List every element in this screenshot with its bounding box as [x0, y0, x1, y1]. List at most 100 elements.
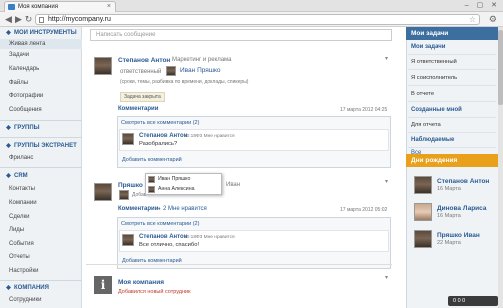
all-comments-link[interactable]: Смотреть все комментарии (2) — [121, 120, 199, 126]
avatar[interactable] — [94, 183, 112, 201]
tasks-subheader[interactable]: Мои задачи — [411, 44, 445, 50]
post-author[interactable]: Степанов Антон — [118, 57, 170, 64]
post-title[interactable]: Моя компания — [118, 279, 164, 286]
divider — [0, 280, 82, 281]
sidebar-item-photos[interactable]: Фотографии — [0, 91, 82, 101]
sidebar-item-reports[interactable]: Отчеты — [0, 252, 82, 262]
avatar[interactable] — [414, 230, 432, 248]
info-icon: i — [94, 276, 112, 294]
responsible-label: ответственный — [120, 69, 162, 75]
post-text: (сроки, темы, разбивка по времени, докла… — [120, 79, 249, 85]
post-menu-icon[interactable]: ▾ — [385, 274, 388, 281]
comment-time: 10:18 — [184, 235, 197, 240]
divider — [408, 147, 496, 148]
tab-close-icon[interactable]: × — [107, 2, 111, 12]
settings-wrench-icon[interactable]: ⚙ — [489, 14, 497, 25]
tasks-responsible[interactable]: Я ответственный — [411, 59, 457, 65]
sidebar-item-freelance[interactable]: Фриланс — [0, 153, 82, 163]
tasks-created[interactable]: Созданные мной — [411, 107, 462, 113]
avatar[interactable] — [94, 57, 112, 75]
tasks-for-report[interactable]: Для отчета — [411, 122, 441, 128]
post-date: 17 марта 2012 05:02 — [340, 207, 388, 213]
favicon-icon — [8, 4, 15, 10]
section-extranet[interactable]: ГРУППЫ ЭКСТРАНЕТ — [6, 143, 77, 149]
window-controls[interactable]: – ▢ ✕ — [465, 1, 500, 9]
sidebar-item-settings[interactable]: Настройки — [0, 266, 82, 276]
comment-text: Разобрались? — [139, 141, 178, 147]
comment-time: 10:18 — [184, 134, 197, 139]
comment-like[interactable]: Ф3 Мне нравится — [196, 134, 235, 139]
avatar[interactable] — [122, 234, 134, 246]
tasks-coexecutor[interactable]: Я соисполнитель — [411, 75, 457, 81]
post-author[interactable]: Пряшко — [118, 182, 143, 189]
birthdays-header[interactable]: Дни рождения — [406, 154, 498, 167]
tasks-header[interactable]: Мои задачи — [406, 27, 498, 40]
status-badge: Задача закрыта — [120, 92, 165, 102]
sidebar-item-companies[interactable]: Компании — [0, 198, 82, 208]
divider — [408, 69, 496, 70]
comment-author[interactable]: Степанов Антон — [139, 133, 187, 139]
comments-link[interactable]: Комментарии — [118, 206, 158, 212]
post-target[interactable]: Маркетинг и реклама — [172, 57, 232, 63]
post-menu-icon[interactable]: ▾ — [385, 55, 388, 62]
sidebar-item-files[interactable]: Файлы — [0, 78, 82, 88]
avatar[interactable] — [148, 176, 155, 183]
avatar[interactable] — [414, 203, 432, 221]
bookmark-star-icon[interactable]: ☆ — [469, 15, 476, 24]
birthday-name[interactable]: Степанов Антон — [437, 178, 489, 185]
post-text: Добавился новый сотрудник — [118, 289, 191, 295]
section-icon — [6, 30, 11, 35]
sidebar-item-messages[interactable]: Сообщения — [0, 105, 82, 115]
sidebar-item-employees[interactable]: Сотрудники — [0, 295, 82, 305]
section-company[interactable]: КОМПАНИЯ — [6, 285, 49, 291]
status-bar[interactable]: 0 0 0 — [448, 296, 498, 306]
section-crm[interactable]: CRM — [6, 173, 28, 179]
browser-tab[interactable]: Моя компания × — [4, 1, 116, 12]
birthday-date: 22 Марта — [437, 240, 461, 246]
reload-icon[interactable]: ↻ — [23, 14, 34, 25]
sidebar-item-deals[interactable]: Сделки — [0, 212, 82, 222]
sidebar-item-calendar[interactable]: Календарь — [0, 64, 82, 74]
divider — [408, 101, 496, 102]
divider — [408, 117, 496, 118]
sidebar-item-contacts[interactable]: Контакты — [0, 184, 82, 194]
avatar[interactable] — [414, 176, 432, 194]
divider — [0, 120, 82, 121]
post-target[interactable]: Иван — [226, 182, 240, 188]
like-icon[interactable]: ♦ — [158, 206, 161, 212]
sidebar-item-events[interactable]: События — [0, 239, 82, 249]
likes-popup: Иван Пряшко Анна Алексина — [145, 173, 222, 195]
responsible-name[interactable]: Иван Пряшко — [180, 67, 221, 74]
avatar[interactable] — [166, 66, 176, 76]
add-comment-link[interactable]: Добавить комментарий — [122, 157, 182, 163]
section-my-tools[interactable]: МОИ ИНСТРУМЕНТЫ — [6, 30, 77, 36]
section-groups[interactable]: ГРУППЫ — [6, 125, 40, 131]
url-text: http://mycompany.ru — [48, 16, 111, 23]
birthday-name[interactable]: Пряшко Иван — [437, 232, 480, 239]
likes-link[interactable]: 2 Мне нравится — [163, 206, 207, 212]
like-user[interactable]: Иван Пряшко — [158, 176, 190, 182]
birthday-name[interactable]: Динова Лариса — [437, 205, 486, 212]
tasks-report[interactable]: В отчете — [411, 91, 434, 97]
section-icon — [6, 285, 11, 290]
post-menu-icon[interactable]: ▾ — [385, 178, 388, 185]
page-icon — [39, 17, 44, 23]
all-comments-link[interactable]: Смотреть все комментарии (2) — [121, 221, 199, 227]
section-icon — [6, 125, 11, 130]
address-bar[interactable]: http://mycompany.ru ☆ — [35, 14, 480, 25]
comment-author[interactable]: Степанов Антон — [139, 234, 187, 240]
compose-input[interactable]: Написать сообщение — [90, 29, 392, 41]
sidebar-item-tasks[interactable]: Задачи — [0, 50, 82, 60]
comment-like[interactable]: Ф3 Мне нравится — [196, 235, 235, 240]
scrollbar-thumb[interactable] — [498, 30, 503, 105]
like-user[interactable]: Анна Алексина — [158, 186, 194, 192]
avatar[interactable] — [122, 133, 134, 145]
sidebar-item-leads[interactable]: Лиды — [0, 225, 82, 235]
comments-link[interactable]: Комментарии — [118, 106, 158, 112]
tasks-watched[interactable]: Наблюдаемые — [411, 137, 454, 143]
avatar[interactable] — [148, 186, 155, 193]
sidebar-item-live-feed[interactable]: Живая лента — [0, 39, 82, 49]
divider — [408, 85, 496, 86]
arrow-icon: → — [165, 57, 171, 63]
avatar[interactable] — [119, 190, 129, 200]
